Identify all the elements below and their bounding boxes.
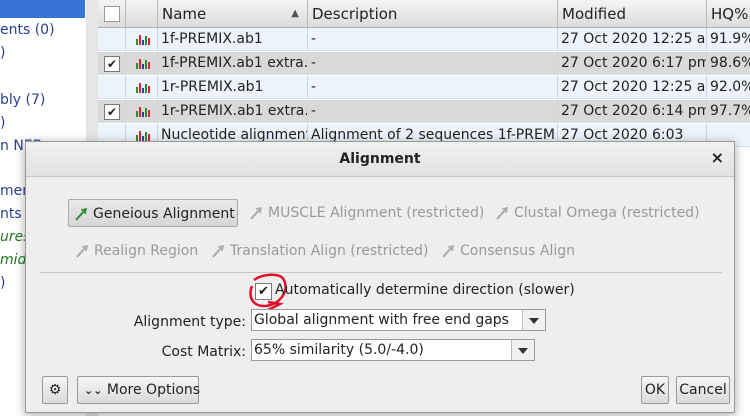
chromatogram-icon [136, 57, 150, 69]
cell-description: - [308, 100, 558, 123]
name-header-label: Name [162, 5, 207, 23]
alignment-type-select[interactable]: Global alignment with free end gaps [251, 309, 546, 331]
cost-matrix-label: Cost Matrix: [161, 344, 246, 360]
select-all-header[interactable] [98, 0, 126, 28]
row-checkbox[interactable]: ✔ [104, 56, 120, 72]
sidebar-item[interactable]: mid [0, 252, 26, 268]
cell-modified: 27 Oct 2020 12:25 am [558, 28, 707, 51]
row-icon-cell [126, 100, 158, 123]
row-check-cell[interactable] [98, 76, 126, 99]
select-all-checkbox[interactable] [104, 6, 120, 22]
table-row[interactable]: 1r-PREMIX.ab1-27 Oct 2020 12:25 am92.0% [98, 76, 750, 99]
row-icon-cell [126, 76, 158, 99]
cell-hq: 98.6% [707, 52, 750, 75]
chromatogram-icon [136, 81, 150, 93]
chromatogram-icon [136, 33, 150, 45]
sort-ascending-icon: ▲ [291, 8, 299, 19]
cell-name: 1f-PREMIX.ab1 extra... [158, 52, 308, 75]
name-column-header[interactable]: Name ▲ [158, 0, 308, 28]
muscle-alignment-button[interactable]: MUSCLE Alignment (restricted) [244, 199, 490, 227]
sidebar-item[interactable]: ) [0, 275, 5, 291]
sidebar-item[interactable]: ) [0, 45, 5, 61]
table-row[interactable]: ✔ 1f-PREMIX.ab1 extra... -27 Oct 2020 6:17… [98, 52, 750, 75]
alignment-dialog: Alignment × Geneious Alignment MUSCLE Al… [25, 141, 735, 413]
dialog-title: Alignment [339, 151, 421, 167]
chevron-down-icon [511, 340, 534, 360]
cell-hq: 92.0% [707, 76, 750, 99]
row-check-cell[interactable] [98, 28, 126, 51]
chromatogram-icon [136, 129, 150, 141]
icon-column-header[interactable] [126, 0, 158, 28]
modified-header-label: Modified [562, 5, 627, 23]
alignment-arrow-icon [212, 244, 225, 258]
alignment-arrow-icon [250, 206, 263, 220]
sidebar-item[interactable]: ) [0, 115, 5, 131]
sidebar-item[interactable]: bly (7) [0, 92, 45, 108]
cell-description: - [308, 28, 558, 51]
realign-region-button[interactable]: Realign Region [70, 237, 204, 265]
chevron-down-icon [522, 310, 545, 330]
translation-align-button[interactable]: Translation Align (restricted) [206, 237, 434, 265]
cell-modified: 27 Oct 2020 6:14 pm [558, 100, 707, 123]
description-column-header[interactable]: Description [308, 0, 558, 28]
translation-align-label: Translation Align (restricted) [230, 243, 429, 259]
auto-direction-label: Automatically determine direction (slowe… [275, 282, 575, 298]
cell-name: 1f-PREMIX.ab1 [158, 28, 308, 51]
geneious-alignment-label: Geneious Alignment [93, 206, 235, 222]
more-options-button[interactable]: ⌄⌄ More Options [77, 376, 201, 404]
cost-matrix-select[interactable]: 65% similarity (5.0/-4.0) [251, 339, 535, 361]
hq-header-label: HQ% [711, 5, 749, 23]
double-chevron-down-icon: ⌄⌄ [84, 384, 103, 397]
cell-description: - [308, 52, 558, 75]
table-row[interactable]: ✔ 1r-PREMIX.ab1 extra... -27 Oct 2020 6:14… [98, 100, 750, 123]
chromatogram-icon [136, 105, 150, 117]
cell-description: - [308, 76, 558, 99]
more-options-label: More Options [106, 382, 201, 398]
row-icon-cell [126, 52, 158, 75]
clustal-omega-button[interactable]: Clustal Omega (restricted) [490, 199, 706, 227]
alignment-type-label: Alignment type: [133, 314, 246, 330]
cell-modified: 27 Oct 2020 12:25 am [558, 76, 707, 99]
alignment-arrow-icon [442, 244, 455, 258]
settings-button[interactable]: ⚙ [42, 376, 68, 404]
sidebar-selected-item[interactable] [0, 0, 85, 18]
dialog-titlebar[interactable]: Alignment × [26, 142, 734, 177]
hq-column-header[interactable]: HQ% [707, 0, 750, 28]
cell-hq: 97.7% [707, 100, 750, 123]
cell-modified: 27 Oct 2020 6:17 pm [558, 52, 707, 75]
row-checkbox[interactable]: ✔ [104, 104, 120, 120]
realign-region-label: Realign Region [94, 243, 199, 259]
row-check-cell[interactable]: ✔ [98, 52, 126, 75]
cell-hq: 91.9% [707, 28, 750, 51]
alignment-arrow-icon [76, 244, 89, 258]
cell-name: 1r-PREMIX.ab1 [158, 76, 308, 99]
muscle-alignment-label: MUSCLE Alignment (restricted) [268, 205, 485, 221]
clustal-omega-label: Clustal Omega (restricted) [514, 205, 700, 221]
geneious-alignment-button[interactable]: Geneious Alignment [68, 199, 238, 227]
cost-matrix-value: 65% similarity (5.0/-4.0) [254, 342, 424, 358]
consensus-align-button[interactable]: Consensus Align [436, 237, 581, 265]
modified-column-header[interactable]: Modified [558, 0, 707, 28]
alignment-type-value: Global alignment with free end gaps [254, 312, 509, 328]
cancel-button[interactable]: Cancel [676, 376, 730, 404]
consensus-align-label: Consensus Align [460, 243, 576, 259]
cell-name: 1r-PREMIX.ab1 extra... [158, 100, 308, 123]
alignment-arrow-icon [496, 206, 509, 220]
row-check-cell[interactable]: ✔ [98, 100, 126, 123]
close-icon[interactable]: × [711, 148, 724, 167]
ok-button[interactable]: OK [641, 376, 669, 404]
description-header-label: Description [312, 5, 398, 23]
alignment-arrow-icon [75, 207, 88, 221]
sidebar-item[interactable]: ents (0) [0, 22, 55, 38]
table-row[interactable]: 1f-PREMIX.ab1-27 Oct 2020 12:25 am91.9% [98, 28, 750, 51]
row-icon-cell [126, 28, 158, 51]
gear-icon: ⚙ [48, 382, 62, 398]
divider [40, 272, 722, 273]
